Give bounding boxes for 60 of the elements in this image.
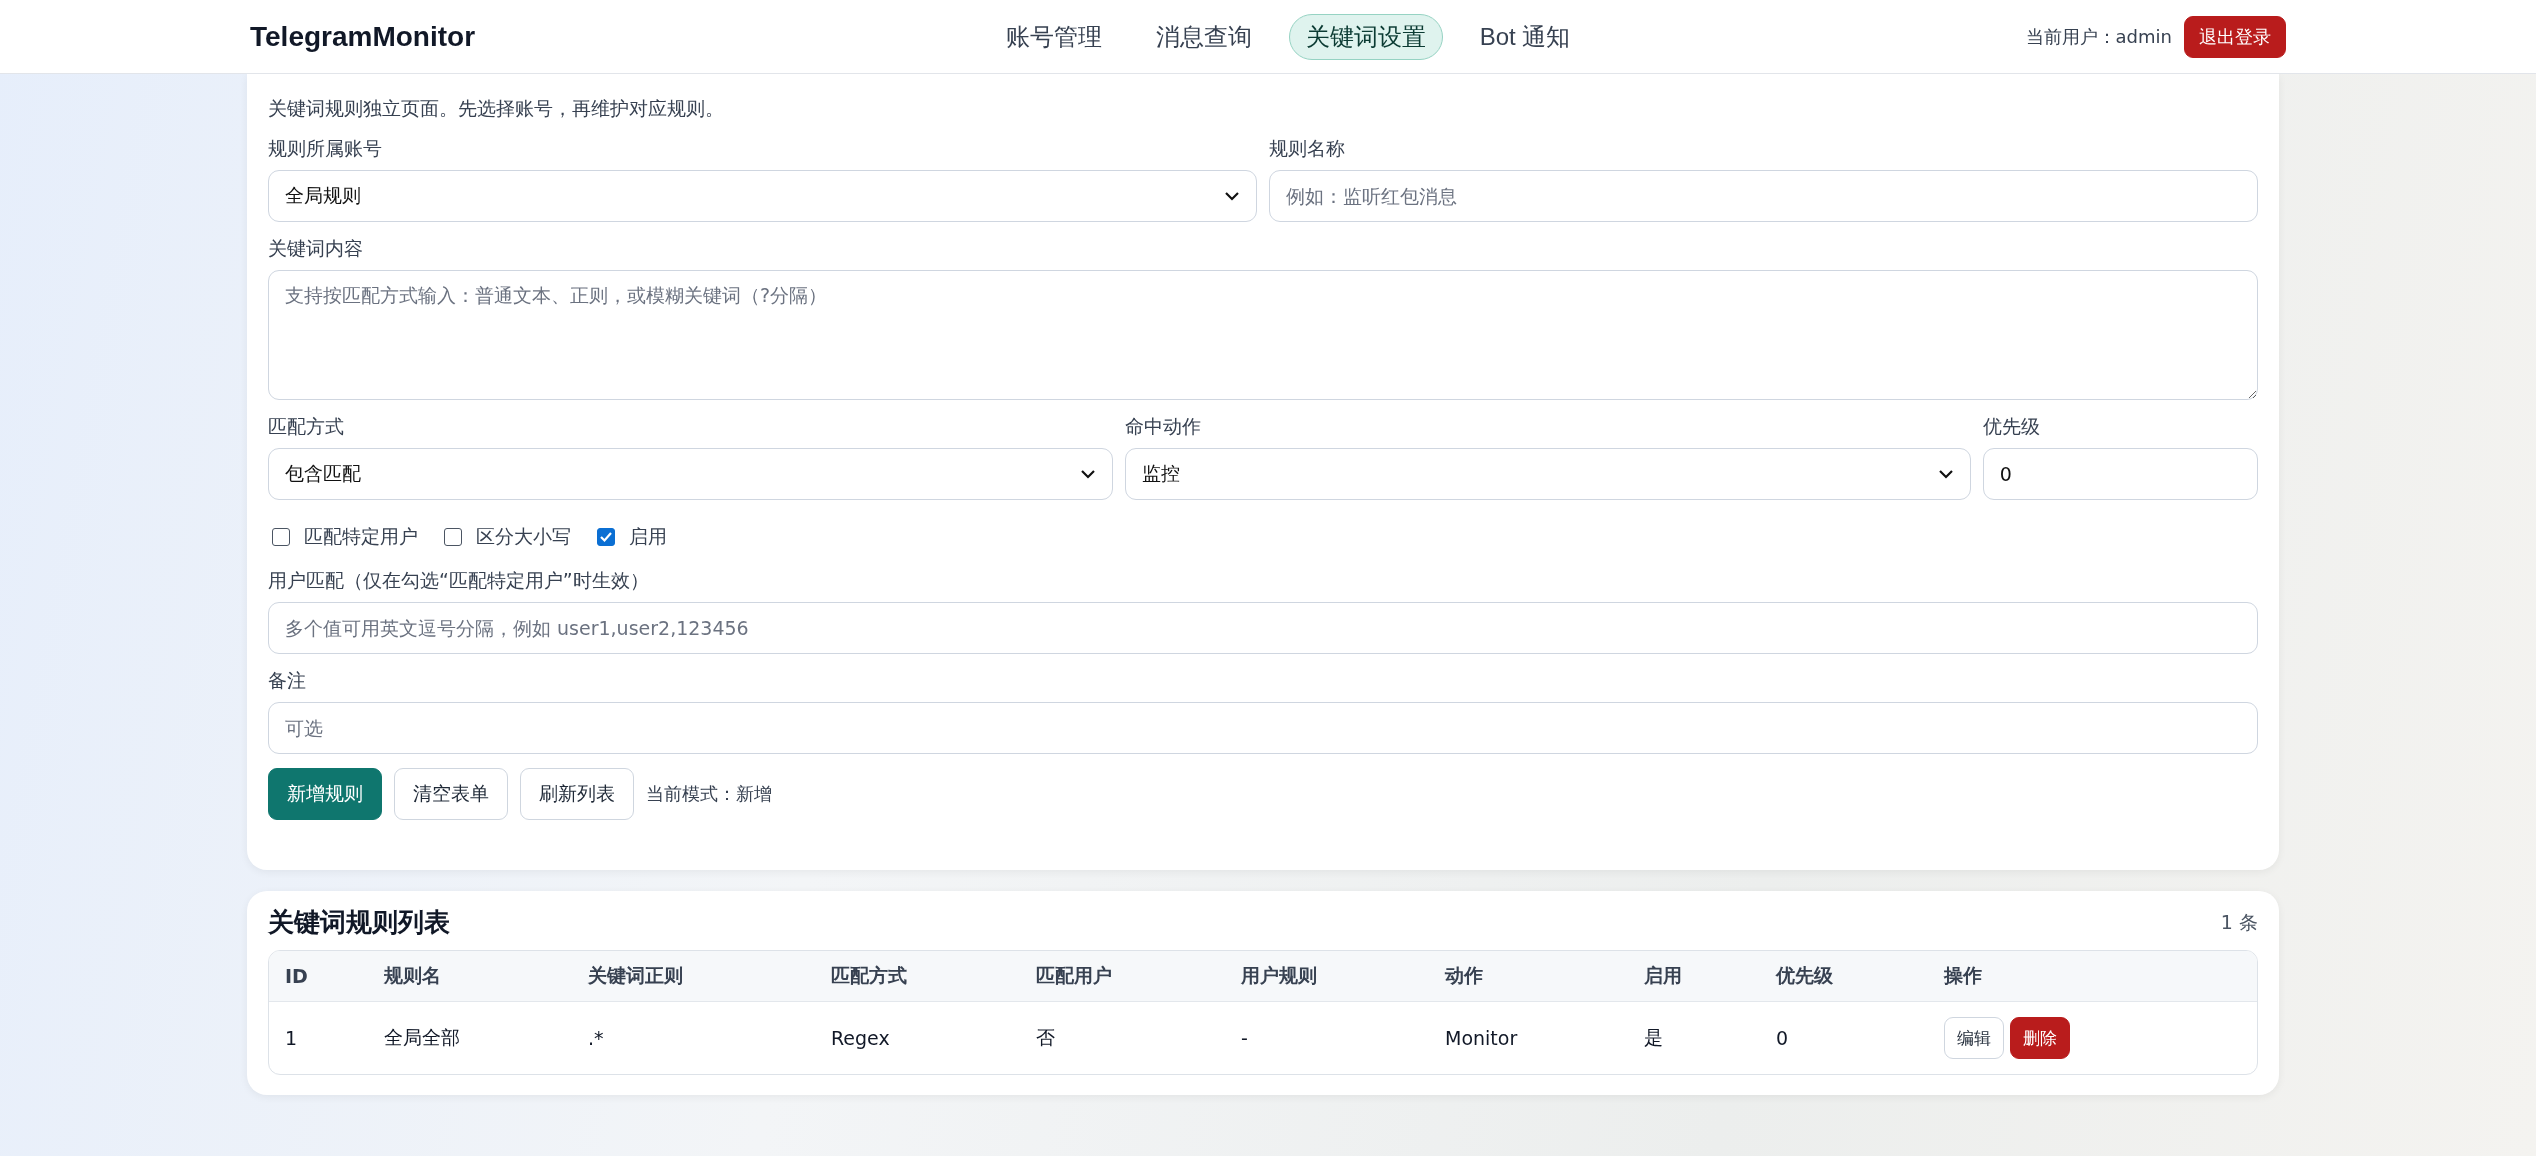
nav-tab[interactable]: 消息查询 (1138, 13, 1269, 60)
field-label: 匹配方式 (268, 414, 345, 439)
row-action-button[interactable]: 删除 (2010, 1017, 2070, 1059)
logout-button[interactable]: 退出登录 (2184, 15, 2286, 58)
user-match-field[interactable]: 多个值可用英文逗号分隔，例如 user1,user2,123456 (268, 602, 2258, 654)
nav-tab[interactable]: Bot 通知 (1462, 13, 1588, 60)
field-label: 用户匹配（仅在勾选“匹配特定用户”时生效） (268, 568, 650, 593)
field-label: 规则名称 (1269, 136, 1346, 161)
form-button[interactable]: 刷新列表 (520, 768, 634, 820)
column-header: ID (269, 951, 368, 1002)
row-action-button[interactable]: 编辑 (1944, 1017, 2004, 1059)
table-cell: - (1225, 1001, 1429, 1074)
rule-name-field[interactable]: 例如：监听红包消息 (1269, 170, 2258, 222)
checkbox[interactable] (444, 528, 462, 546)
column-header: 规则名 (368, 951, 572, 1002)
rule-count: 1 条 (2220, 909, 2258, 935)
chevron-icon (1937, 469, 1954, 479)
checkbox-label: 匹配特定用户 (304, 524, 418, 549)
checkbox-label: 启用 (629, 524, 667, 549)
column-header: 动作 (1429, 951, 1628, 1002)
field-label: 关键词内容 (268, 236, 364, 261)
column-header: 操作 (1928, 951, 2257, 1002)
mode-text: 当前模式：新增 (646, 782, 772, 806)
column-header: 用户规则 (1225, 951, 1429, 1002)
action-select[interactable]: 监控 (1125, 448, 1971, 500)
form-button[interactable]: 清空表单 (394, 768, 508, 820)
checkbox[interactable] (272, 528, 290, 546)
field-label: 规则所属账号 (268, 136, 383, 161)
note-field[interactable]: 可选 (268, 702, 2258, 754)
chevron-icon (1080, 469, 1097, 479)
nav-tab[interactable]: 账号管理 (988, 13, 1119, 60)
field-label: 命中动作 (1125, 414, 1203, 439)
description: 关键词规则独立页面。先选择账号，再维护对应规则。 (268, 96, 725, 121)
current-user: 当前用户：admin (2025, 24, 2172, 49)
checkbox[interactable] (597, 528, 615, 546)
column-header: 匹配用户 (1020, 951, 1225, 1002)
table-cell: 否 (1020, 1001, 1225, 1074)
table-cell: 全局全部 (368, 1001, 572, 1074)
column-header: 关键词正则 (572, 951, 815, 1002)
form-button[interactable]: 新增规则 (268, 768, 382, 820)
app-logo: TelegramMonitor (250, 20, 476, 53)
chevron-icon (1224, 191, 1240, 201)
table-cell: Regex (815, 1001, 1020, 1074)
table-cell: 1 (269, 1001, 368, 1074)
match-mode-select[interactable]: 包含匹配 (268, 448, 1114, 500)
column-header: 优先级 (1760, 951, 1928, 1002)
column-header: 启用 (1628, 951, 1760, 1002)
table-cell: Monitor (1429, 1001, 1628, 1074)
table-cell: .* (572, 1001, 815, 1074)
column-header: 匹配方式 (815, 951, 1020, 1002)
field-label: 备注 (268, 668, 307, 693)
account-select[interactable]: 全局规则 (268, 170, 1257, 222)
keyword-field[interactable]: 支持按匹配方式输入：普通文本、正则，或模糊关键词（?分隔） (268, 270, 2258, 400)
nav-tab[interactable]: 关键词设置 (1288, 13, 1443, 60)
table-cell: 0 (1760, 1001, 1928, 1074)
priority-field[interactable]: 0 (1982, 448, 2258, 500)
list-title: 关键词规则列表 (268, 906, 450, 939)
checkbox-label: 区分大小写 (476, 524, 571, 549)
field-label: 优先级 (1982, 414, 2041, 439)
table-cell: 是 (1628, 1001, 1760, 1074)
